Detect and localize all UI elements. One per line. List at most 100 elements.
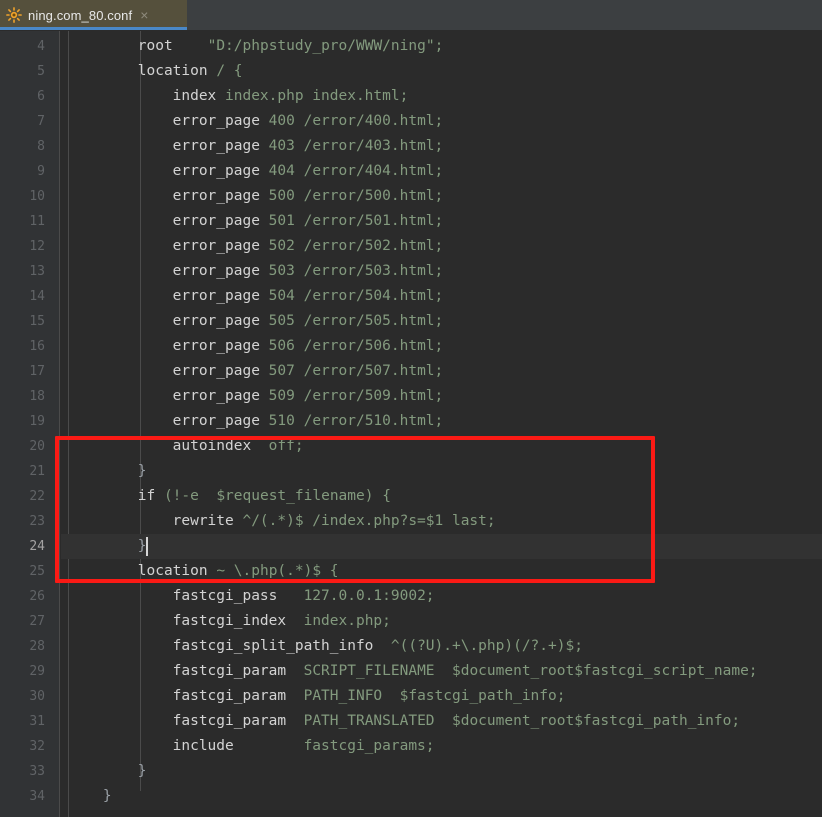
line-number: 29: [29, 664, 45, 679]
code-line[interactable]: error_page 502 /error/502.html;: [61, 234, 822, 259]
code-line[interactable]: }: [61, 459, 822, 484]
code-line-text: include fastcgi_params;: [172, 738, 435, 754]
code-line-text: fastcgi_param SCRIPT_FILENAME $document_…: [172, 663, 758, 679]
code-line[interactable]: error_page 506 /error/506.html;: [61, 334, 822, 359]
code-line[interactable]: error_page 403 /error/403.html;: [61, 134, 822, 159]
code-line-text: fastcgi_split_path_info ^((?U).+\.php)(/…: [172, 638, 583, 654]
code-line-text: error_page 501 /error/501.html;: [172, 213, 444, 229]
code-line-text: error_page 503 /error/503.html;: [172, 263, 444, 279]
code-line-text: error_page 502 /error/502.html;: [172, 238, 444, 254]
code-line[interactable]: rewrite ^/(.*)$ /index.php?s=$1 last;: [61, 509, 822, 534]
code-line[interactable]: error_page 404 /error/404.html;: [61, 159, 822, 184]
gutter-row: 23: [0, 509, 59, 534]
code-line[interactable]: error_page 505 /error/505.html;: [61, 309, 822, 334]
line-number: 34: [29, 789, 45, 804]
gutter-row: 18: [0, 384, 59, 409]
code-line[interactable]: if (!-e $request_filename) {: [61, 484, 822, 509]
gutter-row: 9: [0, 159, 59, 184]
code-line-text: error_page 400 /error/400.html;: [172, 113, 444, 129]
code-line[interactable]: location ~ \.php(.*)$ {: [61, 559, 822, 584]
code-line[interactable]: fastcgi_split_path_info ^((?U).+\.php)(/…: [61, 634, 822, 659]
gutter-row: 33: [0, 759, 59, 784]
code-line-text: autoindex off;: [172, 438, 304, 454]
line-number: 10: [29, 189, 45, 204]
code-line[interactable]: error_page 510 /error/510.html;: [61, 409, 822, 434]
code-line[interactable]: error_page 400 /error/400.html;: [61, 109, 822, 134]
code-line[interactable]: }: [61, 759, 822, 784]
code-line[interactable]: fastcgi_param SCRIPT_FILENAME $document_…: [61, 659, 822, 684]
gutter-row: 19: [0, 409, 59, 434]
code-line[interactable]: error_page 503 /error/503.html;: [61, 259, 822, 284]
code-line[interactable]: index index.php index.html;: [61, 84, 822, 109]
gutter-row: 28: [0, 634, 59, 659]
gutter-row: 15: [0, 309, 59, 334]
line-number: 5: [37, 64, 45, 79]
code-line-text: }: [137, 763, 147, 779]
line-number: 32: [29, 739, 45, 754]
code-line-text: error_page 510 /error/510.html;: [172, 413, 444, 429]
code-line[interactable]: error_page 504 /error/504.html;: [61, 284, 822, 309]
code-line-text: location / {: [137, 63, 243, 79]
close-icon[interactable]: ×: [140, 8, 148, 22]
tab-ning-com-80-conf[interactable]: ning.com_80.conf ×: [0, 0, 187, 30]
code-line-text: location ~ \.php(.*)$ {: [137, 563, 339, 579]
line-number-gutter: 4 5 6 7 8 9 10 11 12 13 14 15 16 17 18 19 20 21 22 23 24 25 26…: [0, 31, 60, 817]
code-line-text: error_page 404 /error/404.html;: [172, 163, 444, 179]
code-content-area[interactable]: root "D:/phpstudy_pro/WWW/ning"; location…: [61, 31, 822, 817]
gutter-row: 10: [0, 184, 59, 209]
code-line[interactable]: error_page 500 /error/500.html;: [61, 184, 822, 209]
code-line[interactable]: root "D:/phpstudy_pro/WWW/ning";: [61, 34, 822, 59]
gutter-row: 31: [0, 709, 59, 734]
code-line-text: fastcgi_param PATH_TRANSLATED $document_…: [172, 713, 741, 729]
gutter-row: 26: [0, 584, 59, 609]
line-number: 30: [29, 689, 45, 704]
line-number: 11: [29, 214, 45, 229]
gutter-row: 13: [0, 259, 59, 284]
line-number: 28: [29, 639, 45, 654]
code-line[interactable]: autoindex off;: [61, 434, 822, 459]
gutter-row: 34: [0, 784, 59, 809]
code-line-text: fastcgi_param PATH_INFO $fastcgi_path_in…: [172, 688, 566, 704]
gutter-row: 21: [0, 459, 59, 484]
code-line-text: error_page 505 /error/505.html;: [172, 313, 444, 329]
gutter-row: 6: [0, 84, 59, 109]
code-editor[interactable]: 4 5 6 7 8 9 10 11 12 13 14 15 16 17 18 19 20 21 22 23 24 25 26…: [0, 31, 822, 817]
code-line-text: index index.php index.html;: [172, 88, 409, 104]
line-number: 4: [37, 39, 45, 54]
code-line[interactable]: fastcgi_param PATH_INFO $fastcgi_path_in…: [61, 684, 822, 709]
tab-label: ning.com_80.conf: [28, 7, 133, 23]
code-line-text: error_page 504 /error/504.html;: [172, 288, 444, 304]
line-number: 24: [29, 539, 45, 554]
line-number: 20: [29, 439, 45, 454]
code-line-text: error_page 509 /error/509.html;: [172, 388, 444, 404]
code-line-text: rewrite ^/(.*)$ /index.php?s=$1 last;: [172, 513, 496, 529]
line-number: 6: [37, 89, 45, 104]
line-number: 12: [29, 239, 45, 254]
gutter-row: 20: [0, 434, 59, 459]
gutter-row: 22: [0, 484, 59, 509]
code-line-text: root "D:/phpstudy_pro/WWW/ning";: [137, 38, 444, 54]
gutter-row: 24: [0, 534, 59, 559]
code-line[interactable]: error_page 509 /error/509.html;: [61, 384, 822, 409]
code-line[interactable]: include fastcgi_params;: [61, 734, 822, 759]
line-number: 23: [29, 514, 45, 529]
code-line[interactable]: }: [61, 784, 822, 809]
line-number: 33: [29, 764, 45, 779]
line-number: 8: [37, 139, 45, 154]
code-line[interactable]: fastcgi_pass 127.0.0.1:9002;: [61, 584, 822, 609]
editor-tab-bar: ning.com_80.conf ×: [0, 0, 822, 31]
gutter-row: 30: [0, 684, 59, 709]
code-line[interactable]: fastcgi_index index.php;: [61, 609, 822, 634]
gutter-row: 12: [0, 234, 59, 259]
code-line[interactable]: fastcgi_param PATH_TRANSLATED $document_…: [61, 709, 822, 734]
code-line[interactable]: error_page 507 /error/507.html;: [61, 359, 822, 384]
code-line[interactable]: location / {: [61, 59, 822, 84]
code-line[interactable]: error_page 501 /error/501.html;: [61, 209, 822, 234]
code-line[interactable]: }: [61, 534, 822, 559]
code-line-text: error_page 507 /error/507.html;: [172, 363, 444, 379]
line-number: 15: [29, 314, 45, 329]
line-number: 21: [29, 464, 45, 479]
line-number: 13: [29, 264, 45, 279]
line-number: 17: [29, 364, 45, 379]
line-number: 18: [29, 389, 45, 404]
